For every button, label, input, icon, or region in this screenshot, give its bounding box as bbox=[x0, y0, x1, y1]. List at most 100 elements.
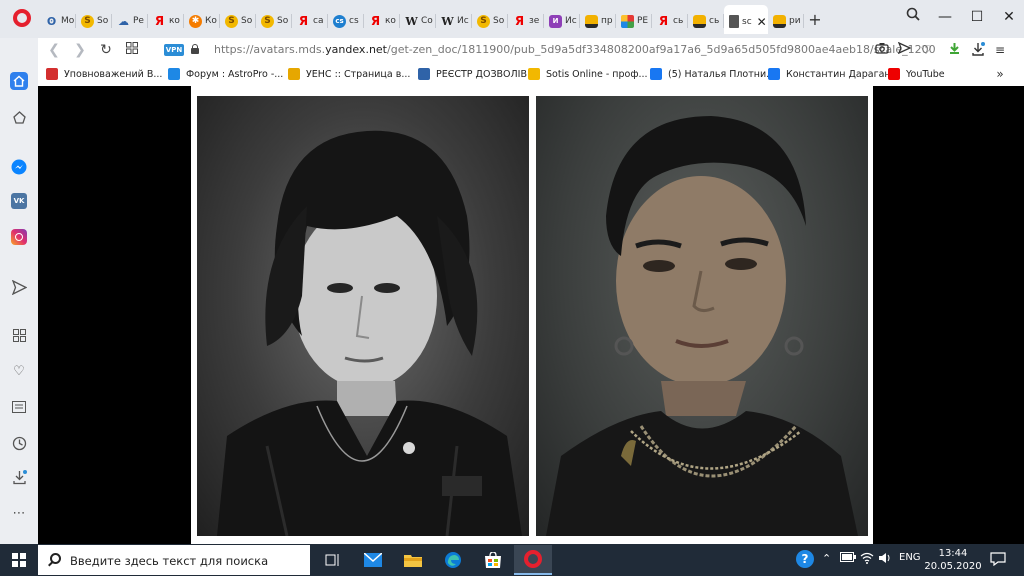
bookmark-item[interactable]: УЕНС :: Страница в... bbox=[288, 68, 410, 80]
task-view-icon[interactable] bbox=[314, 545, 352, 575]
forward-button[interactable]: ❯ bbox=[70, 40, 90, 60]
search-icon bbox=[50, 553, 61, 564]
language-indicator[interactable]: ENG bbox=[899, 552, 921, 563]
tab[interactable]: cs cs bbox=[328, 9, 364, 33]
cloud-icon: ☁ bbox=[118, 14, 129, 28]
tab-active[interactable]: sc ✕ bbox=[724, 5, 768, 34]
bookmark-item[interactable]: Форум : AstroPro -... bbox=[168, 68, 283, 80]
heart-icon[interactable]: ♡ bbox=[918, 42, 934, 58]
bookmark-ball-icon bbox=[46, 68, 58, 80]
tab[interactable]: W Ис bbox=[436, 9, 472, 33]
tab[interactable]: пр bbox=[580, 9, 616, 33]
downloads-icon[interactable] bbox=[10, 468, 28, 486]
send-icon[interactable] bbox=[10, 278, 28, 296]
lock-icon[interactable] bbox=[191, 44, 199, 54]
history-icon[interactable] bbox=[10, 434, 28, 452]
bookmark-label: Константин Дараган bbox=[786, 68, 891, 80]
tab[interactable]: ✱ Ко bbox=[184, 9, 220, 33]
battery-icon[interactable] bbox=[840, 552, 856, 565]
wiki-icon: W bbox=[405, 14, 418, 28]
messenger-icon[interactable] bbox=[10, 158, 28, 176]
bookmark-item[interactable]: YouTube bbox=[888, 68, 945, 80]
store-icon[interactable] bbox=[474, 545, 512, 575]
tab[interactable]: Ясь bbox=[652, 9, 688, 33]
speed-dial-icon[interactable] bbox=[10, 108, 28, 126]
menu-icon[interactable]: ≡ bbox=[992, 42, 1008, 58]
yandex-icon: Я bbox=[154, 14, 165, 28]
taskbar-search-box[interactable]: Введите здесь текст для поиска bbox=[38, 545, 310, 575]
tab[interactable]: S So bbox=[472, 9, 508, 33]
tab[interactable]: ʘ Мо bbox=[40, 9, 76, 33]
tab[interactable]: ри bbox=[768, 9, 804, 33]
vpn-badge[interactable]: VPN bbox=[164, 44, 184, 56]
tab[interactable]: Язе bbox=[508, 9, 544, 33]
search-tabs-icon[interactable] bbox=[898, 6, 928, 28]
mail-icon[interactable] bbox=[354, 545, 392, 575]
camera-icon[interactable] bbox=[874, 42, 890, 58]
close-tab-icon[interactable]: ✕ bbox=[757, 15, 767, 29]
file-explorer-icon[interactable] bbox=[394, 545, 432, 575]
tab-label: ко bbox=[385, 16, 396, 26]
bookmark-windows-icon bbox=[168, 68, 180, 80]
yandex-icon: Я bbox=[514, 14, 525, 28]
notifications-icon[interactable] bbox=[990, 552, 1006, 569]
tab[interactable]: S So bbox=[256, 9, 292, 33]
extension-icon[interactable] bbox=[946, 42, 962, 58]
sotis-icon: S bbox=[477, 14, 490, 28]
tab-label: пр bbox=[601, 16, 613, 26]
bookmark-item[interactable]: Константин Дараган bbox=[768, 68, 891, 80]
bookmark-item[interactable]: Уповноважений В... bbox=[46, 68, 162, 80]
page-content bbox=[38, 86, 1024, 544]
news-icon[interactable] bbox=[10, 398, 28, 416]
vk-icon[interactable]: VK bbox=[10, 192, 28, 210]
tab[interactable]: ☁ Ре bbox=[112, 9, 148, 33]
more-icon[interactable]: ⋯ bbox=[10, 504, 28, 522]
tab[interactable]: сь bbox=[688, 9, 724, 33]
bookmark-item[interactable]: Sotis Online - проф... bbox=[528, 68, 648, 80]
url-field[interactable]: https://avatars.mds.yandex.net/get-zen_d… bbox=[214, 43, 936, 56]
bookmark-label: РЕЄСТР ДОЗВОЛІВ... bbox=[436, 68, 537, 80]
wifi-icon[interactable] bbox=[860, 552, 874, 567]
tab[interactable]: S So bbox=[220, 9, 256, 33]
back-button[interactable]: ❮ bbox=[44, 40, 64, 60]
new-tab-button[interactable]: + bbox=[804, 9, 826, 33]
more-bookmarks-icon[interactable]: » bbox=[992, 66, 1008, 82]
opera-logo-icon[interactable] bbox=[13, 9, 31, 27]
opera-taskbar-icon[interactable] bbox=[514, 545, 552, 575]
close-window-button[interactable]: ✕ bbox=[994, 6, 1024, 28]
tab[interactable]: Яко bbox=[364, 9, 400, 33]
help-icon[interactable]: ? bbox=[796, 550, 814, 568]
tab-label: So bbox=[241, 16, 253, 26]
reload-button[interactable]: ↻ bbox=[96, 40, 116, 60]
volume-icon[interactable] bbox=[878, 552, 892, 567]
sidebar: VK ♡ ⋯ bbox=[0, 38, 38, 544]
tab-label: ко bbox=[169, 16, 180, 26]
minimize-button[interactable]: — bbox=[930, 6, 960, 28]
instagram-icon[interactable] bbox=[10, 228, 28, 246]
tab-snapshot-icon[interactable] bbox=[122, 40, 142, 60]
heart-icon[interactable]: ♡ bbox=[10, 362, 28, 380]
system-clock[interactable]: 13:44 20.05.2020 bbox=[924, 547, 982, 573]
send-icon[interactable] bbox=[896, 41, 912, 58]
edge-icon[interactable] bbox=[434, 545, 472, 575]
home-icon[interactable] bbox=[10, 72, 28, 90]
maximize-button[interactable]: ☐ bbox=[962, 6, 992, 28]
tab[interactable]: S So bbox=[76, 9, 112, 33]
extensions-icon[interactable] bbox=[10, 326, 28, 344]
tab[interactable]: Яса bbox=[292, 9, 328, 33]
tab-label: Мо bbox=[61, 16, 75, 26]
tab[interactable]: РЕ bbox=[616, 9, 652, 33]
address-bar: ❮ ❯ ↻ VPN https://avatars.mds.yandex.net… bbox=[38, 38, 1024, 63]
tab-label: Ко bbox=[205, 16, 217, 26]
bookmark-item[interactable]: (5) Наталья Плотни... bbox=[650, 68, 775, 80]
tab[interactable]: W Co bbox=[400, 9, 436, 33]
windows-start-icon[interactable] bbox=[12, 553, 26, 567]
show-hidden-icons-icon[interactable]: ⌃ bbox=[822, 552, 831, 565]
download-icon[interactable] bbox=[970, 42, 986, 58]
yandex-icon: Я bbox=[370, 14, 381, 28]
bookmark-item[interactable]: РЕЄСТР ДОЗВОЛІВ... bbox=[418, 68, 536, 80]
tab-label: sc bbox=[742, 16, 752, 27]
gear-icon: ✱ bbox=[189, 14, 202, 28]
tab[interactable]: Яко bbox=[148, 9, 184, 33]
tab[interactable]: И Ис bbox=[544, 9, 580, 33]
